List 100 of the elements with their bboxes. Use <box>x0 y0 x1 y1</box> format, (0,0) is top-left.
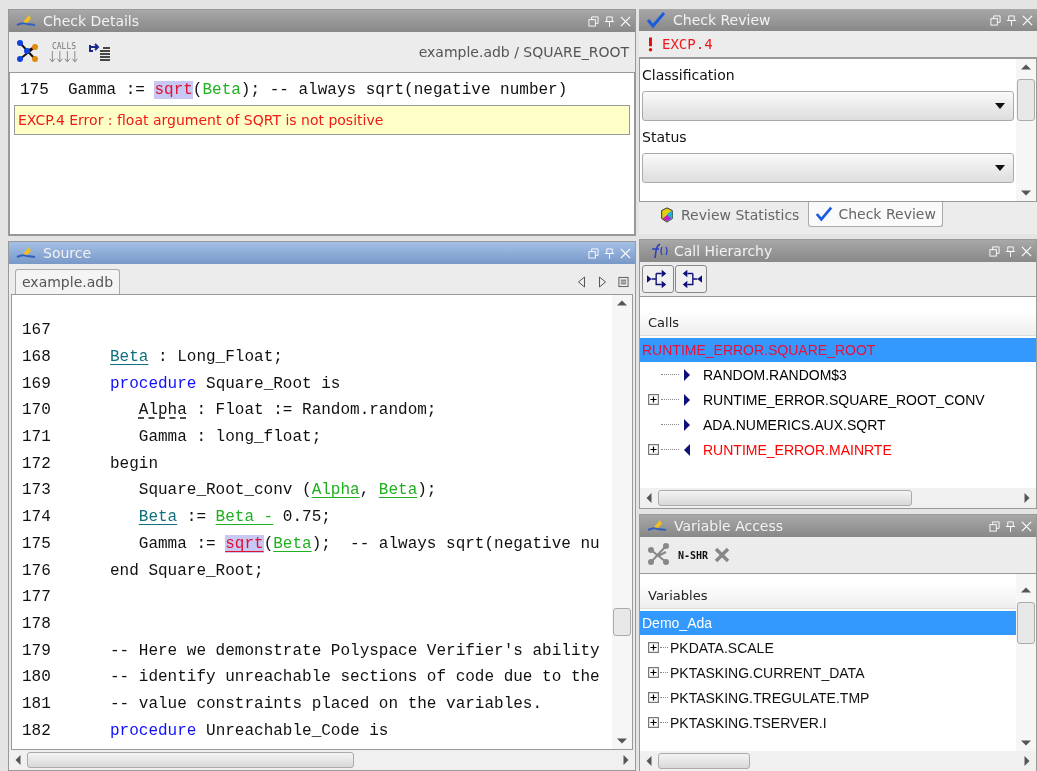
close-icon[interactable] <box>620 247 631 259</box>
location-path: example.adb / SQUARE_ROOT <box>418 44 629 60</box>
panel-tab[interactable]: Check Review <box>808 202 943 227</box>
restore-icon[interactable] <box>989 520 1000 532</box>
expand-icon[interactable] <box>648 692 659 703</box>
scrollbar-thumb[interactable] <box>613 608 631 636</box>
scroll-left-icon[interactable] <box>13 755 23 765</box>
right-arrow-icon <box>683 392 691 407</box>
close-icon[interactable] <box>1022 14 1033 26</box>
pin-icon[interactable] <box>604 15 615 27</box>
line-number: 177 <box>22 588 52 607</box>
callers-button[interactable] <box>675 265 707 293</box>
scroll-left-icon[interactable] <box>644 756 654 766</box>
tree-item[interactable]: RUNTIME_ERROR.MAINRTE <box>703 441 892 458</box>
close-icon[interactable] <box>1021 520 1032 532</box>
line-number: 171 <box>22 428 52 447</box>
tree-item[interactable]: PKTASKING.CURRENT_DATA <box>670 664 865 681</box>
horizontal-scrollbar[interactable] <box>640 488 1036 508</box>
scroll-up-icon[interactable] <box>1021 62 1031 72</box>
vertical-scrollbar[interactable] <box>1016 574 1036 751</box>
scroll-up-icon[interactable] <box>1021 585 1031 595</box>
cube-icon <box>658 207 676 223</box>
code-line: Beta := Beta - 0.75; <box>137 508 331 527</box>
previous-icon[interactable] <box>576 276 587 288</box>
scroll-down-icon[interactable] <box>1021 738 1031 748</box>
restore-icon[interactable] <box>588 15 599 27</box>
exclamation-icon <box>647 35 654 53</box>
scrollbar-thumb[interactable] <box>1017 79 1035 121</box>
expand-icon[interactable] <box>648 717 659 728</box>
expand-icon[interactable] <box>648 642 659 653</box>
line-number: 173 <box>22 481 52 500</box>
horizontal-scrollbar[interactable] <box>9 750 635 770</box>
scroll-right-icon[interactable] <box>621 755 631 765</box>
logo-icon <box>15 13 37 29</box>
code-line: -- Here we demonstrate Polyspace Verifier's ability <box>110 641 600 660</box>
line-number: 181 <box>22 694 52 713</box>
scroll-right-icon[interactable] <box>1022 493 1032 503</box>
field-label: Status <box>642 128 688 147</box>
panel-title: Variable Access <box>674 518 785 534</box>
pin-icon[interactable] <box>604 247 615 259</box>
check-id: EXCP.4 <box>662 36 713 52</box>
pin-icon[interactable] <box>1006 14 1017 26</box>
scroll-right-icon[interactable] <box>1022 756 1032 766</box>
remove-icon[interactable] <box>714 547 731 563</box>
scroll-down-icon[interactable] <box>617 736 627 746</box>
line-number: 179 <box>22 641 52 660</box>
restore-icon[interactable] <box>990 14 1001 26</box>
code-line: -- value constraints placed on the variables. <box>110 694 543 713</box>
vertical-scrollbar[interactable] <box>1016 59 1036 201</box>
tree-item[interactable]: ADA.NUMERICS.AUX.SQRT <box>703 416 886 433</box>
code-line: -- identify unreachable sections of code due to the <box>110 668 600 687</box>
caret-icon[interactable] <box>995 165 1005 171</box>
restore-icon[interactable] <box>588 247 599 259</box>
shared-filter-button[interactable]: N-SHR <box>678 549 709 561</box>
scroll-left-icon[interactable] <box>644 493 654 503</box>
close-icon[interactable] <box>1021 245 1032 257</box>
file-tab[interactable]: example.adb <box>15 269 121 294</box>
tree-item[interactable]: PKTASKING.TREGULATE.TMP <box>670 689 870 706</box>
graph-icon[interactable] <box>15 39 41 65</box>
panel-tab[interactable]: Review Statistics <box>651 202 807 228</box>
code-line: procedure Unreachable_Code is <box>110 721 389 740</box>
code-line: 175 Gamma := sqrt(Beta); -- always sqrt(negative number) <box>19 81 569 99</box>
line-number: 176 <box>22 561 52 580</box>
panel-title: Call Hierarchy <box>674 243 774 259</box>
expand-icon[interactable] <box>648 394 659 405</box>
tree-item[interactable]: PKDATA.SCALE <box>670 639 774 656</box>
scroll-down-icon[interactable] <box>1021 188 1031 198</box>
line-number: 174 <box>22 508 52 527</box>
caret-icon[interactable] <box>995 103 1005 109</box>
expand-icon[interactable] <box>648 444 659 455</box>
tree-item[interactable]: RANDOM.RANDOM$3 <box>703 366 847 383</box>
next-icon[interactable] <box>597 276 608 288</box>
scroll-up-icon[interactable] <box>617 298 627 308</box>
tree-item[interactable]: PKTASKING.TSERVER.I <box>670 714 827 731</box>
close-icon[interactable] <box>620 15 631 27</box>
field-label: Classification <box>642 66 736 85</box>
code-line: Gamma := sqrt(Beta); -- always sqrt(negative nu <box>137 534 600 553</box>
horizontal-scrollbar[interactable] <box>640 751 1036 771</box>
list-icon[interactable] <box>618 276 629 288</box>
pin-icon[interactable] <box>1005 520 1016 532</box>
code-line: Alpha : Float := Random.random; <box>137 401 437 420</box>
scrollbar-thumb[interactable] <box>1017 602 1035 644</box>
check-icon <box>815 206 834 222</box>
code-line: procedure Square_Root is <box>110 374 341 393</box>
tree-item[interactable]: RUNTIME_ERROR.SQUARE_ROOT_CONV <box>703 391 985 408</box>
calls-button[interactable]: CALLS <box>49 41 79 63</box>
expand-icon[interactable] <box>648 667 659 678</box>
logo-icon <box>15 245 37 261</box>
line-number: 175 <box>22 534 52 553</box>
code-line: Gamma : long_float; <box>137 428 322 447</box>
callees-button[interactable] <box>642 265 674 293</box>
pin-icon[interactable] <box>1005 245 1016 257</box>
restore-icon[interactable] <box>989 245 1000 257</box>
code-line: begin <box>110 454 158 473</box>
line-number: 172 <box>22 454 52 473</box>
dropdown-field[interactable] <box>642 153 1014 183</box>
code-line: Beta : Long_Float; <box>110 348 283 367</box>
dropdown-field[interactable] <box>642 91 1014 121</box>
vertical-scrollbar[interactable] <box>612 295 632 749</box>
line-number: 182 <box>22 721 52 740</box>
